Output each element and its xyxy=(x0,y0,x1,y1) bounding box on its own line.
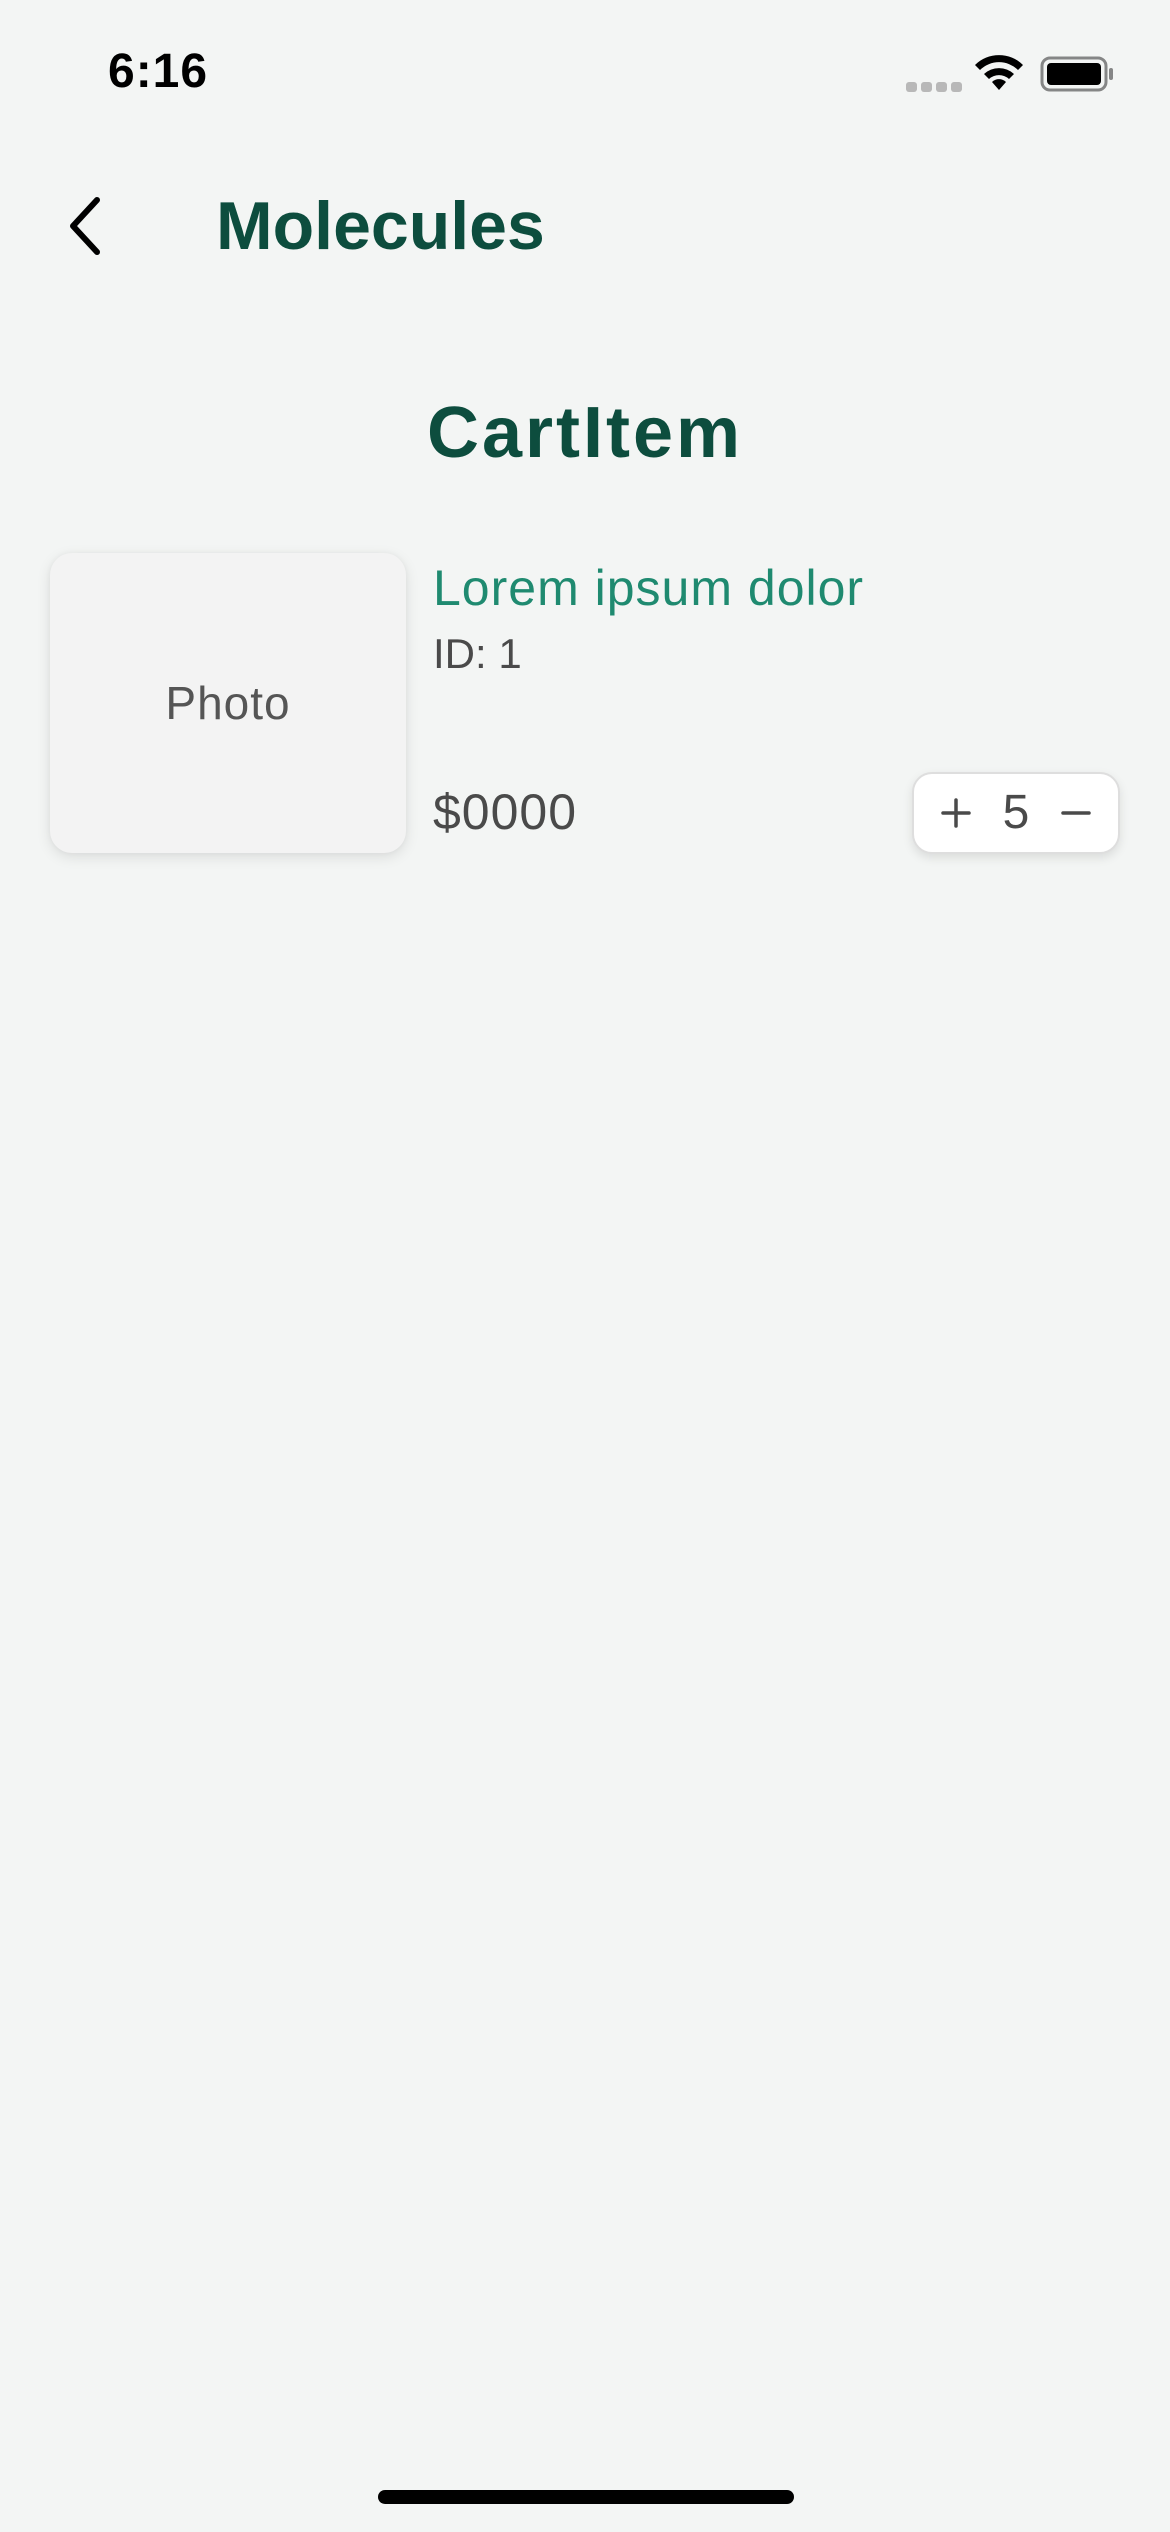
increment-button[interactable] xyxy=(932,783,980,843)
quantity-stepper: 5 xyxy=(912,772,1120,854)
page-title: Molecules xyxy=(216,188,545,264)
wifi-icon xyxy=(975,55,1023,90)
item-id: ID: 1 xyxy=(433,630,522,677)
section-title: CartItem xyxy=(426,393,744,473)
minus-icon xyxy=(1061,811,1091,815)
signal-dots-icon xyxy=(906,82,962,92)
back-button[interactable] xyxy=(50,186,120,266)
home-indicator[interactable] xyxy=(378,2490,794,2504)
photo-label: Photo xyxy=(165,677,291,729)
item-price: $0000 xyxy=(433,784,578,840)
plus-icon xyxy=(941,798,971,828)
item-name[interactable]: Lorem ipsum dolor xyxy=(433,558,864,618)
status-time: 6:16 xyxy=(108,45,209,98)
product-photo-placeholder: Photo xyxy=(50,553,406,853)
battery-icon xyxy=(1040,56,1113,92)
decrement-button[interactable] xyxy=(1052,783,1100,843)
quantity-value: 5 xyxy=(1002,786,1030,839)
chevron-left-icon xyxy=(70,197,100,255)
